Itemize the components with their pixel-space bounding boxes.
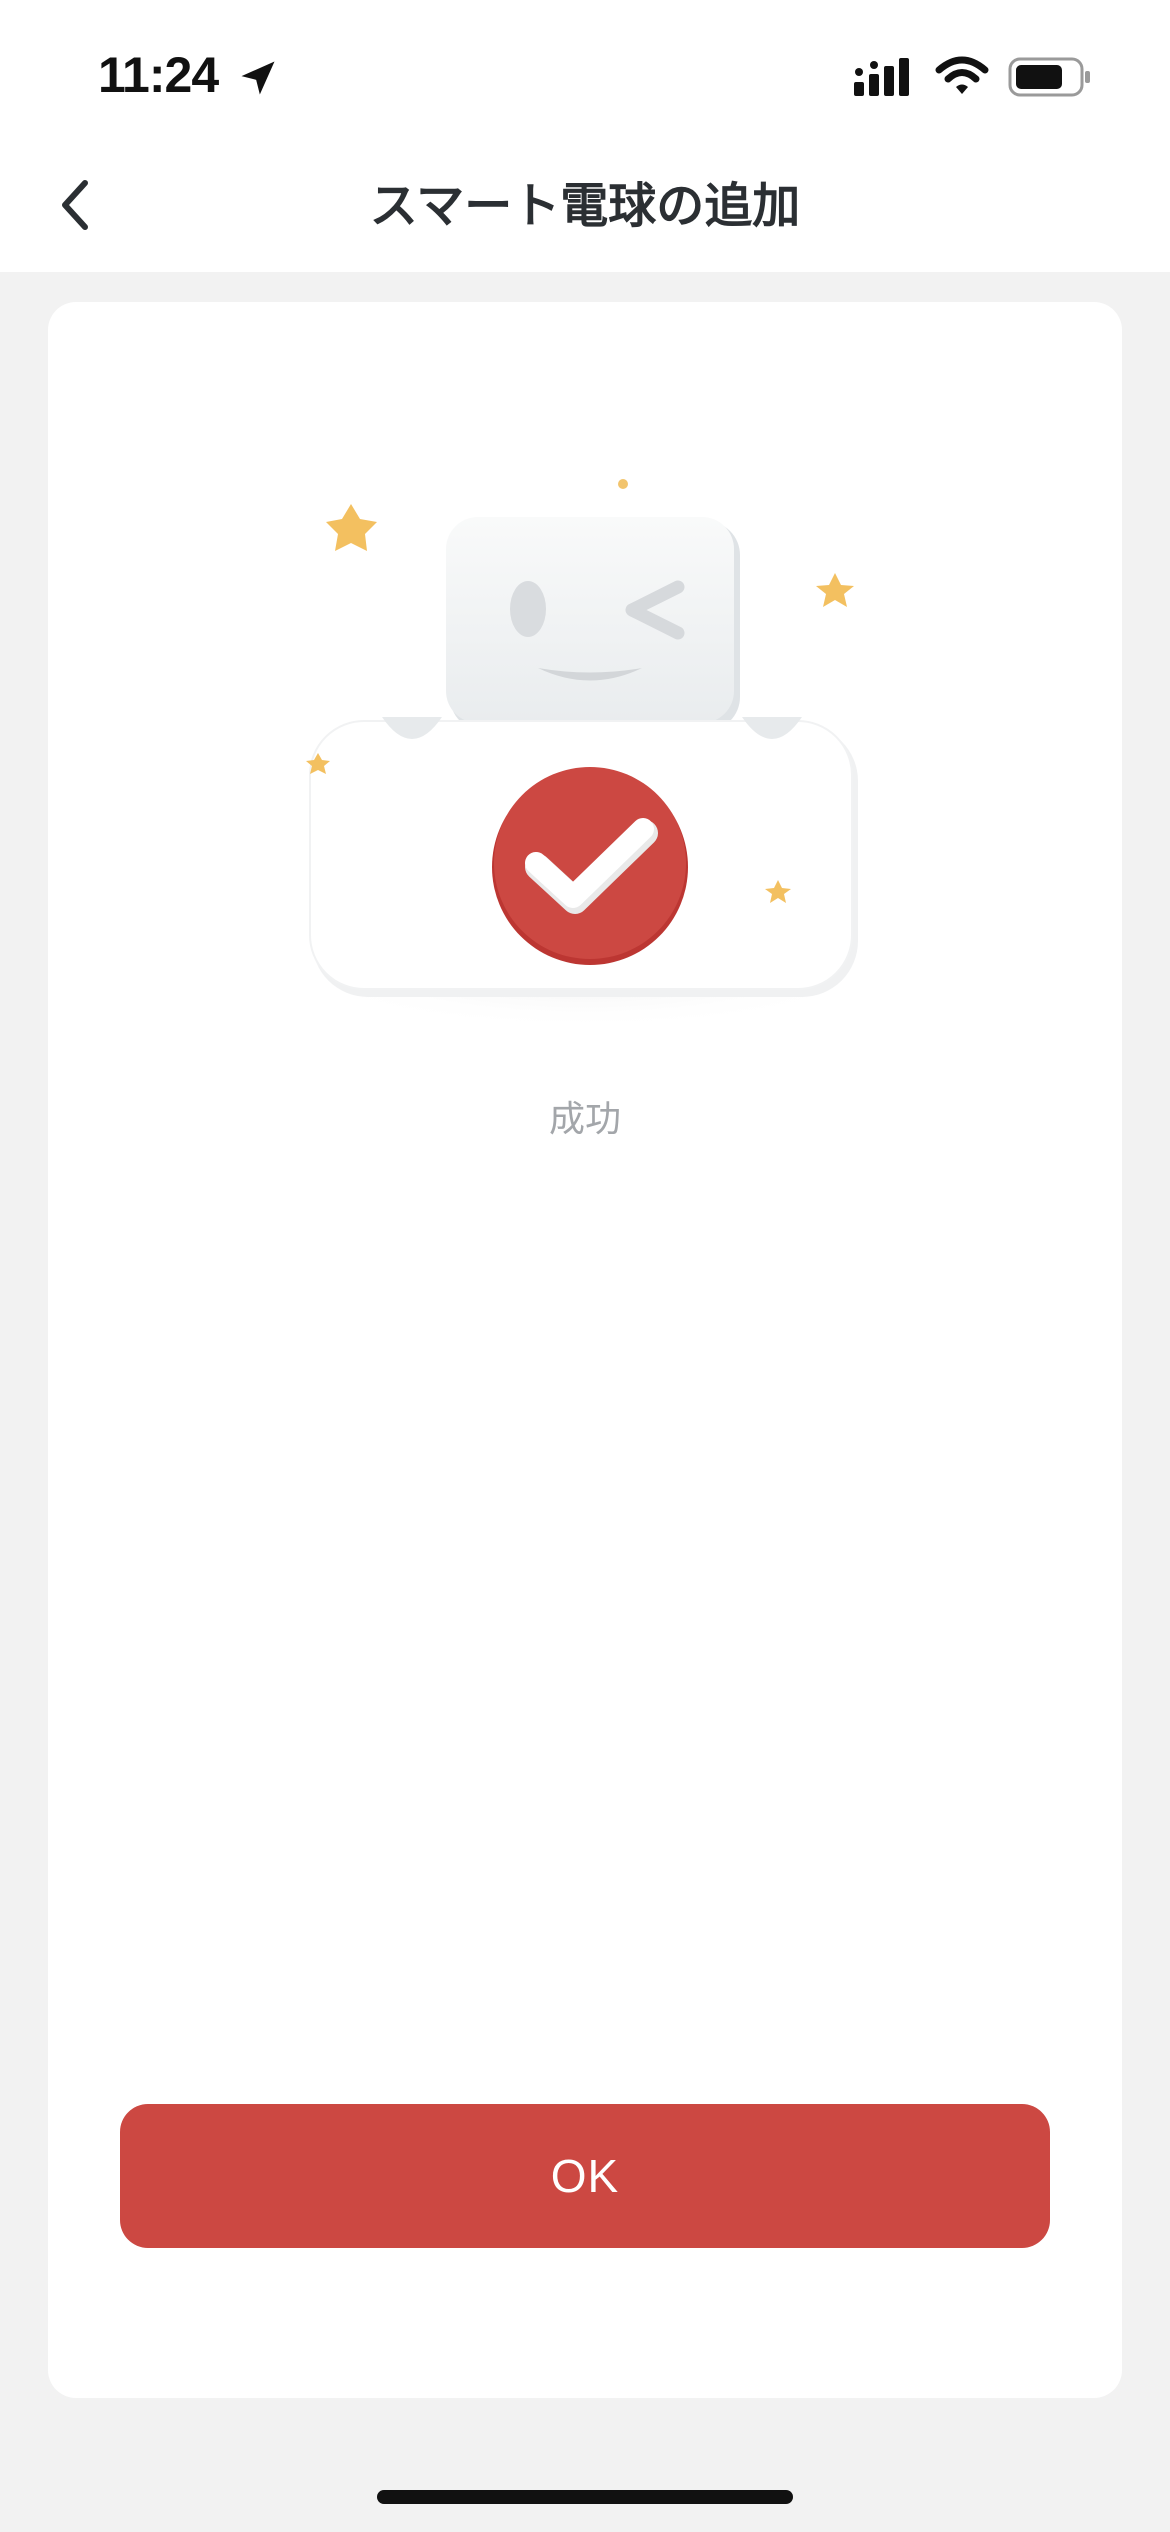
- battery-icon: [1008, 57, 1090, 97]
- robot-with-checkmark-illustration: [285, 479, 885, 1030]
- robot-body: [309, 717, 858, 997]
- robot-head: [446, 517, 740, 731]
- chevron-left-icon: [62, 180, 88, 230]
- status-time: 11:24: [98, 47, 219, 103]
- status-bar: 11:24: [0, 0, 1170, 150]
- cellular-signal-icon: [854, 58, 909, 96]
- location-arrow-icon: [241, 61, 275, 95]
- back-button[interactable]: [40, 165, 110, 245]
- wifi-icon: [935, 56, 989, 94]
- ok-button[interactable]: OK: [120, 2104, 1050, 2248]
- home-indicator[interactable]: [377, 2490, 793, 2504]
- page-title: スマート電球の追加: [369, 178, 801, 234]
- success-status-text: 成功: [548, 1099, 621, 1140]
